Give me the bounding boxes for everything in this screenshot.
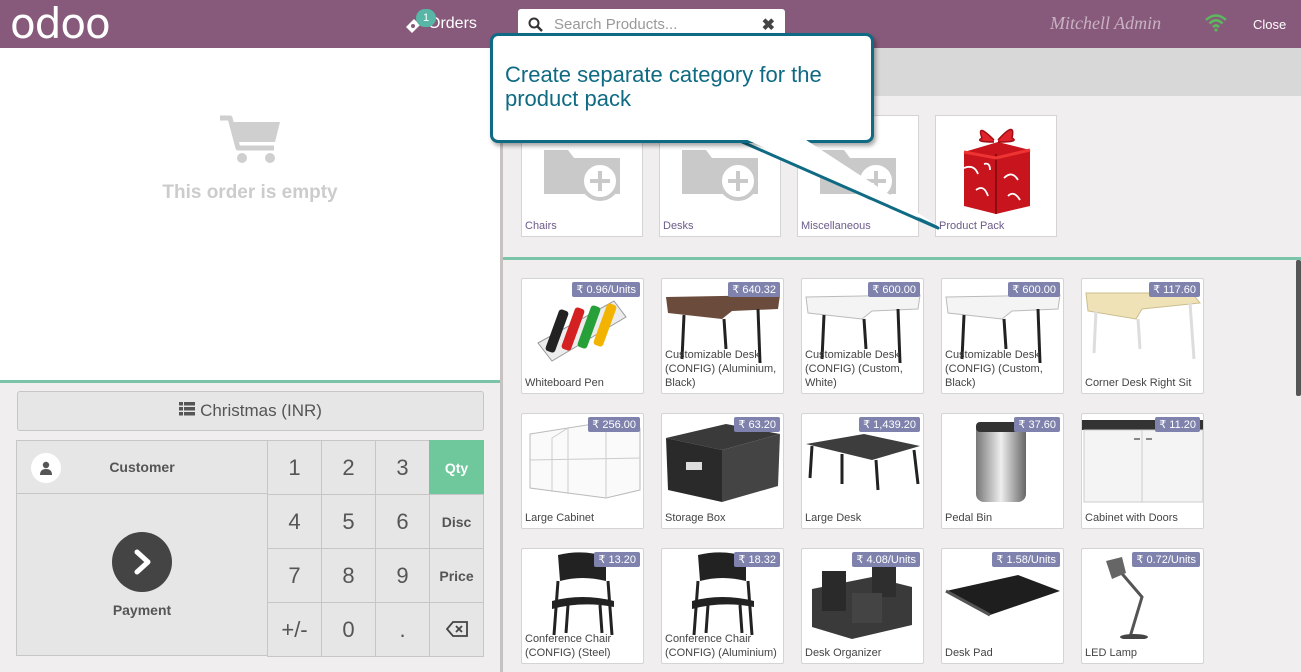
numpad-key-2[interactable]: 2 xyxy=(321,440,376,495)
scrollbar[interactable] xyxy=(1296,260,1301,396)
price-tag: ₹ 18.32 xyxy=(734,552,780,567)
shopping-cart-icon xyxy=(218,112,284,171)
product-name: Pedal Bin xyxy=(945,512,993,524)
product-large-cabinet[interactable]: ₹ 256.00 Large Cabinet xyxy=(521,413,644,529)
product-conference-chair-steel[interactable]: ₹ 13.20 Conference Chair (CONFIG) (Steel… xyxy=(521,548,644,664)
order-panel: This order is empty xyxy=(0,48,500,380)
product-corner-desk-right-sit[interactable]: ₹ 117.60 Corner Desk Right Sit xyxy=(1081,278,1204,394)
odoo-logo: odoo xyxy=(10,0,111,48)
product-name: Cabinet with Doors xyxy=(1085,512,1178,524)
add-folder-icon xyxy=(680,136,762,209)
category-product-pack[interactable]: Product Pack xyxy=(935,115,1057,237)
category-label: Chairs xyxy=(525,220,557,232)
product-name: Large Cabinet xyxy=(525,512,595,524)
price-tag: ₹ 600.00 xyxy=(868,282,920,297)
payment-button[interactable]: Payment xyxy=(16,493,268,656)
numpad-key-5[interactable]: 5 xyxy=(321,494,376,549)
orders-count-badge: 1 xyxy=(416,9,436,27)
numpad-key-3[interactable]: 3 xyxy=(375,440,430,495)
add-folder-icon xyxy=(818,136,900,209)
numpad-key-plus-minus[interactable]: +/- xyxy=(267,602,322,657)
username: Mitchell Admin xyxy=(1050,13,1162,33)
wifi-icon xyxy=(1205,14,1227,37)
numpad-key-4[interactable]: 4 xyxy=(267,494,322,549)
product-cabinet-with-doors[interactable]: ₹ 11.20 Cabinet with Doors xyxy=(1081,413,1204,529)
price-tag: ₹ 0.96/Units xyxy=(572,282,640,297)
category-label: Desks xyxy=(663,220,694,232)
numpad-key-6[interactable]: 6 xyxy=(375,494,430,549)
numpad-key-1[interactable]: 1 xyxy=(267,440,322,495)
tooltip-callout: Create separate category for the product… xyxy=(490,33,874,143)
search-input[interactable] xyxy=(554,14,754,34)
add-folder-icon xyxy=(542,136,624,209)
disc-mode-button[interactable]: Disc xyxy=(429,494,484,549)
customer-label: Customer xyxy=(109,459,175,475)
clear-search-icon[interactable]: ✖ xyxy=(762,15,775,35)
backspace-icon xyxy=(445,617,468,643)
product-name: Conference Chair (CONFIG) (Steel) xyxy=(525,633,612,659)
chevron-right-icon xyxy=(112,532,172,592)
product-desk-organizer[interactable]: ₹ 4.08/Units Desk Organizer xyxy=(801,548,924,664)
product-name: Customizable Desk (CONFIG) (Aluminium, B… xyxy=(665,349,777,389)
product-name: Corner Desk Right Sit xyxy=(1085,377,1192,389)
empty-order-message: This order is empty xyxy=(162,182,338,203)
product-name: Customizable Desk (CONFIG) (Custom, Whit… xyxy=(805,349,903,389)
price-tag: ₹ 1,439.20 xyxy=(859,417,920,432)
customer-button[interactable]: Customer xyxy=(16,440,268,494)
price-tag: ₹ 37.60 xyxy=(1014,417,1060,432)
product-led-lamp[interactable]: ₹ 0.72/Units LED Lamp xyxy=(1081,548,1204,664)
product-storage-box[interactable]: ₹ 63.20 Storage Box xyxy=(661,413,784,529)
price-tag: ₹ 0.72/Units xyxy=(1132,552,1200,567)
price-tag: ₹ 1.58/Units xyxy=(992,552,1060,567)
price-tag: ₹ 11.20 xyxy=(1155,417,1200,432)
price-tag: ₹ 600.00 xyxy=(1008,282,1060,297)
numpad-key-0[interactable]: 0 xyxy=(321,602,376,657)
orders-button[interactable]: Orders xyxy=(404,8,477,40)
price-tag: ₹ 63.20 xyxy=(734,417,780,432)
product-name: Desk Pad xyxy=(945,647,993,659)
product-name: Desk Organizer xyxy=(805,647,882,659)
list-icon xyxy=(179,401,196,421)
product-conference-chair-aluminium[interactable]: ₹ 18.32 Conference Chair (CONFIG) (Alumi… xyxy=(661,548,784,664)
price-tag: ₹ 4.08/Units xyxy=(852,552,920,567)
numpad-key-8[interactable]: 8 xyxy=(321,548,376,603)
close-button[interactable]: Close xyxy=(1253,17,1286,32)
product-name: Conference Chair (CONFIG) (Aluminium) xyxy=(665,633,777,659)
numpad-key-9[interactable]: 9 xyxy=(375,548,430,603)
product-customizable-desk-custom-white[interactable]: ₹ 600.00 Customizable Desk (CONFIG) (Cus… xyxy=(801,278,924,394)
gift-box-icon xyxy=(954,118,1040,221)
category-label: Miscellaneous xyxy=(801,220,871,232)
price-tag: ₹ 256.00 xyxy=(588,417,640,432)
price-tag: ₹ 117.60 xyxy=(1149,282,1200,297)
numpad-key-7[interactable]: 7 xyxy=(267,548,322,603)
pricelist-label: Christmas (INR) xyxy=(200,401,322,420)
payment-label: Payment xyxy=(112,602,172,618)
qty-mode-button[interactable]: Qty xyxy=(429,440,484,495)
backspace-button[interactable] xyxy=(429,602,484,657)
product-name: Large Desk xyxy=(805,512,862,524)
product-desk-pad[interactable]: ₹ 1.58/Units Desk Pad xyxy=(941,548,1064,664)
price-mode-button[interactable]: Price xyxy=(429,548,484,603)
product-name: Storage Box xyxy=(665,512,726,524)
category-label: Product Pack xyxy=(939,220,1005,232)
product-customizable-desk-custom-black[interactable]: ₹ 600.00 Customizable Desk (CONFIG) (Cus… xyxy=(941,278,1064,394)
product-name: Customizable Desk (CONFIG) (Custom, Blac… xyxy=(945,349,1043,389)
pricelist-button[interactable]: Christmas (INR) xyxy=(17,391,484,431)
price-tag: ₹ 13.20 xyxy=(594,552,640,567)
price-tag: ₹ 640.32 xyxy=(728,282,780,297)
tooltip-text: Create separate category for the product… xyxy=(505,62,822,111)
product-pedal-bin[interactable]: ₹ 37.60 Pedal Bin xyxy=(941,413,1064,529)
numpad-key-dot[interactable]: . xyxy=(375,602,430,657)
divider xyxy=(503,257,1301,260)
product-name: Whiteboard Pen xyxy=(525,377,604,389)
product-large-desk[interactable]: ₹ 1,439.20 Large Desk xyxy=(801,413,924,529)
numpad: 1 2 3 Qty 4 5 6 Disc 7 8 9 Price +/- 0 . xyxy=(267,440,484,657)
product-customizable-desk-aluminium-black[interactable]: ₹ 640.32 Customizable Desk (CONFIG) (Alu… xyxy=(661,278,784,394)
product-name: LED Lamp xyxy=(1085,647,1137,659)
product-whiteboard-pen[interactable]: ₹ 0.96/Units Whiteboard Pen xyxy=(521,278,644,394)
